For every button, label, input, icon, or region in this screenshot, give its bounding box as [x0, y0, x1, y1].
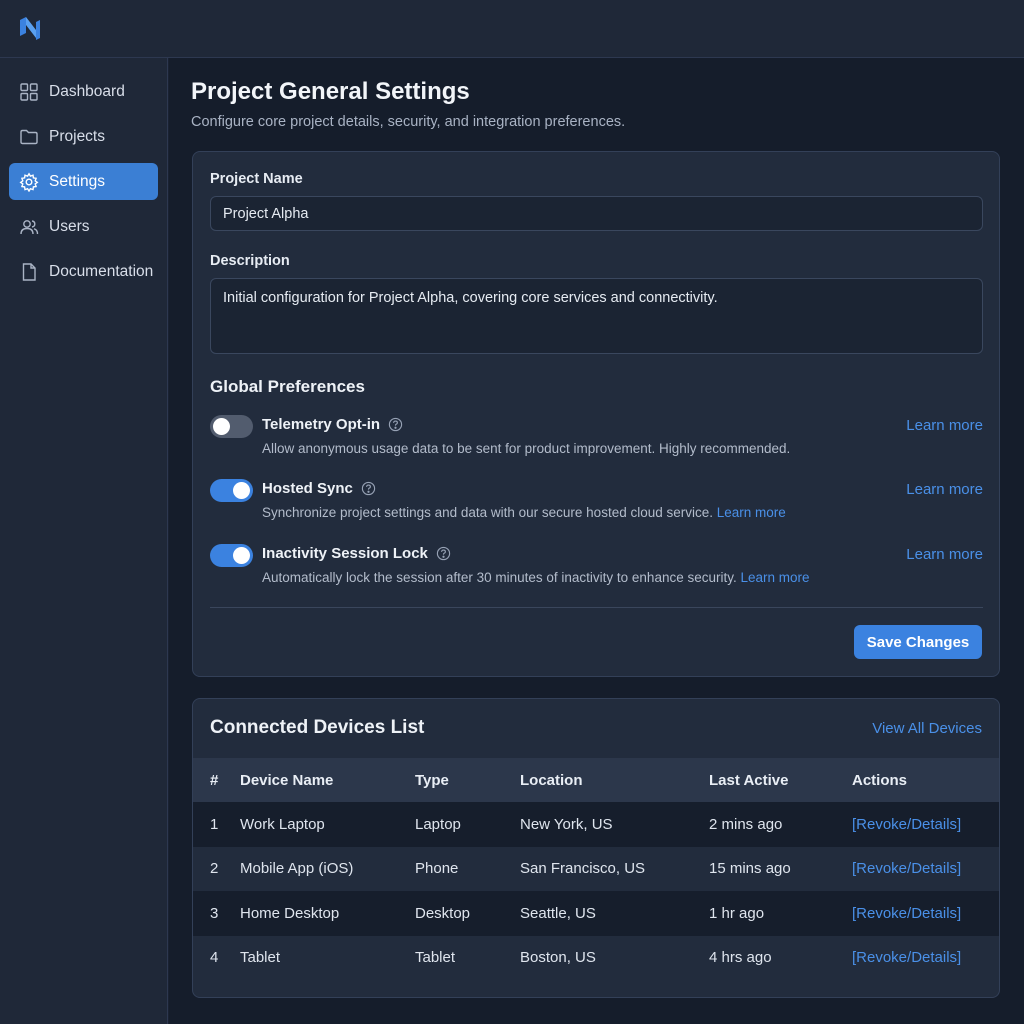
revoke-details-link[interactable]: [Revoke/Details]	[852, 949, 999, 966]
help-icon[interactable]	[388, 417, 403, 432]
telemetry-toggle[interactable]	[210, 415, 253, 438]
telemetry-description: Allow anonymous usage data to be sent fo…	[262, 441, 790, 456]
sidebar-item-documentation[interactable]: Documentation	[9, 253, 158, 290]
users-icon	[20, 219, 39, 234]
column-header: Actions	[852, 771, 908, 789]
sidebar-item-label: Dashboard	[49, 82, 125, 100]
hosted-sync-description: Synchronize project settings and data wi…	[262, 505, 786, 520]
telemetry-title: Telemetry Opt-in	[262, 416, 381, 433]
project-name-label: Project Name	[210, 171, 303, 187]
description-label: Description	[210, 253, 290, 269]
description-text: Allow anonymous usage data to be sent fo…	[262, 441, 791, 456]
toggle-knob	[233, 547, 250, 564]
help-icon[interactable]	[436, 546, 451, 561]
inactivity-lock-description: Automatically lock the session after 30 …	[262, 570, 810, 585]
description-text: Synchronize project settings and data wi…	[262, 505, 713, 520]
device-last-active: 15 mins ago	[709, 860, 791, 878]
settings-card: Project Name Description Initial configu…	[192, 151, 1000, 677]
inactivity-lock-title: Inactivity Session Lock	[262, 545, 428, 562]
save-changes-button[interactable]: Save Changes	[854, 625, 982, 659]
divider	[210, 607, 983, 608]
device-type: Laptop	[415, 815, 461, 833]
table-row: 2 Mobile App (iOS) Phone San Francisco, …	[193, 846, 999, 891]
devices-table: # Device Name Type Location Last Active …	[193, 758, 999, 980]
sidebar: Dashboard Projects Settings Users Docume…	[0, 58, 168, 1024]
inactivity-lock-learn-more-link[interactable]: Learn more	[906, 546, 983, 563]
device-type: Desktop	[415, 904, 471, 922]
sidebar-item-label: Documentation	[49, 262, 154, 280]
device-name: Work Laptop	[240, 815, 325, 833]
hosted-sync-toggle[interactable]	[210, 479, 253, 502]
inline-learn-more-link[interactable]: Learn more	[741, 570, 810, 585]
help-icon[interactable]	[361, 481, 376, 496]
page-title: Project General Settings	[191, 78, 470, 105]
preference-title: Inactivity Session Lock	[262, 545, 451, 562]
column-header: Location	[520, 771, 583, 789]
column-header: #	[210, 771, 219, 789]
device-location: Boston, US	[520, 949, 596, 967]
folder-icon	[20, 129, 38, 144]
description-textarea[interactable]: Initial configuration for Project Alpha,…	[210, 278, 983, 354]
inline-learn-more-link[interactable]: Learn more	[717, 505, 786, 520]
preference-title: Hosted Sync	[262, 480, 376, 497]
sidebar-item-users[interactable]: Users	[9, 208, 158, 245]
preference-inactivity-lock: Inactivity Session Lock Automatically lo…	[210, 542, 983, 592]
device-type: Phone	[415, 860, 459, 878]
devices-title: Connected Devices List	[210, 717, 425, 738]
project-name-input[interactable]	[210, 196, 983, 231]
document-icon	[22, 262, 36, 281]
device-location: New York, US	[520, 815, 613, 833]
device-location: Seattle, US	[520, 904, 596, 922]
column-header: Last Active	[709, 771, 789, 789]
global-preferences-title: Global Preferences	[210, 377, 365, 396]
hosted-sync-learn-more-link[interactable]: Learn more	[906, 481, 983, 498]
brand-logo-icon[interactable]	[18, 16, 42, 42]
row-number: 4	[210, 949, 219, 967]
revoke-details-link[interactable]: [Revoke/Details]	[852, 860, 999, 877]
table-row: 1 Work Laptop Laptop New York, US 2 mins…	[193, 802, 999, 847]
page-subtitle: Configure core project details, security…	[191, 114, 626, 130]
revoke-details-link[interactable]: [Revoke/Details]	[852, 905, 999, 922]
toggle-knob	[233, 482, 250, 499]
device-last-active: 1 hr ago	[709, 904, 765, 922]
description-text: Automatically lock the session after 30 …	[262, 570, 737, 585]
grid-icon	[20, 82, 38, 101]
device-name: Tablet	[240, 949, 281, 967]
revoke-details-link[interactable]: [Revoke/Details]	[852, 816, 999, 833]
row-number: 1	[210, 815, 219, 833]
sidebar-item-label: Users	[49, 217, 90, 235]
view-all-devices-link[interactable]: View All Devices	[872, 720, 982, 737]
top-bar	[0, 0, 1024, 58]
inactivity-lock-toggle[interactable]	[210, 544, 253, 567]
device-name: Mobile App (iOS)	[240, 860, 354, 878]
sidebar-item-projects[interactable]: Projects	[9, 118, 158, 155]
sidebar-item-label: Projects	[49, 127, 105, 145]
row-number: 3	[210, 904, 219, 922]
table-row: 3 Home Desktop Desktop Seattle, US 1 hr …	[193, 891, 999, 936]
device-last-active: 4 hrs ago	[709, 949, 772, 967]
table-row: 4 Tablet Tablet Boston, US 4 hrs ago [Re…	[193, 935, 999, 980]
sidebar-item-settings[interactable]: Settings	[9, 163, 158, 200]
preference-title: Telemetry Opt-in	[262, 416, 403, 433]
devices-card: Connected Devices List View All Devices …	[192, 698, 1000, 998]
main-content: Project General Settings Configure core …	[169, 58, 1024, 1024]
preference-telemetry: Telemetry Opt-in Allow anonymous usage d…	[210, 413, 983, 463]
preference-hosted-sync: Hosted Sync Synchronize project settings…	[210, 477, 983, 527]
hosted-sync-title: Hosted Sync	[262, 480, 353, 497]
device-type: Tablet	[415, 949, 456, 967]
table-header: # Device Name Type Location Last Active …	[193, 758, 999, 802]
sidebar-item-label: Settings	[49, 172, 106, 190]
column-header: Type	[415, 771, 449, 789]
device-location: San Francisco, US	[520, 860, 646, 878]
telemetry-learn-more-link[interactable]: Learn more	[906, 417, 983, 434]
toggle-knob	[213, 418, 230, 435]
column-header: Device Name	[240, 771, 334, 789]
sidebar-item-dashboard[interactable]: Dashboard	[9, 73, 158, 110]
device-name: Home Desktop	[240, 904, 340, 922]
gear-icon	[19, 171, 39, 192]
device-last-active: 2 mins ago	[709, 815, 783, 833]
row-number: 2	[210, 860, 219, 878]
